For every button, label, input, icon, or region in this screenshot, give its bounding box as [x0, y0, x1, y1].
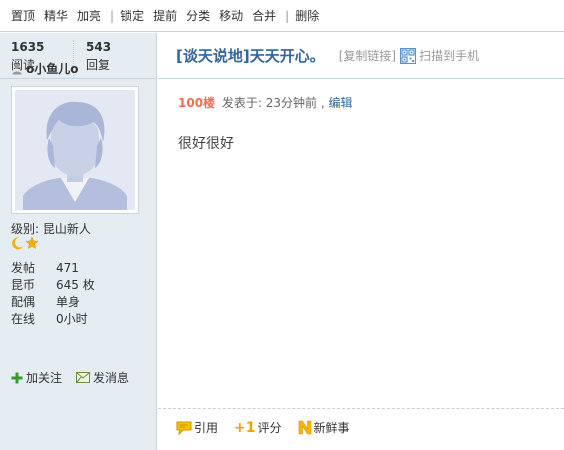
- online-row: 在线 0小时: [11, 311, 151, 328]
- follow-button[interactable]: 加关注: [11, 369, 62, 386]
- post-time: 发表于: 23分钟前 ,: [221, 96, 325, 110]
- spouse-row: 配偶 单身: [11, 294, 151, 311]
- quote-icon: [176, 421, 192, 435]
- posts-key: 发帖: [11, 261, 36, 275]
- merge-button[interactable]: 合并: [252, 7, 276, 24]
- message-label: 发消息: [93, 371, 130, 385]
- replies-label: 回复: [86, 58, 111, 72]
- coins-value: 645 枚: [56, 278, 95, 292]
- floor-number[interactable]: 100楼: [178, 96, 215, 110]
- rate-button[interactable]: +1 评分: [234, 419, 282, 436]
- add-icon: [11, 372, 23, 383]
- views-count: 1635: [11, 40, 45, 54]
- message-button[interactable]: 发消息: [76, 369, 129, 386]
- spouse-value: 单身: [56, 295, 81, 309]
- news-icon: [298, 420, 311, 435]
- author-level: 级别: 昆山新人: [11, 220, 91, 237]
- news-button[interactable]: 新鲜事: [298, 419, 350, 436]
- posts-value[interactable]: 471: [56, 260, 79, 277]
- delete-button[interactable]: 删除: [295, 7, 319, 24]
- post-footer-divider: [158, 408, 564, 409]
- envelope-icon: [76, 372, 91, 383]
- default-avatar-image: [15, 90, 135, 210]
- coins-key: 昆币: [11, 278, 36, 292]
- move-button[interactable]: 移动: [219, 7, 243, 24]
- online-value: 0小时: [56, 312, 88, 326]
- plus-one-icon: +1: [234, 419, 256, 436]
- level-value[interactable]: 昆山新人: [43, 222, 91, 236]
- quote-button[interactable]: 引用: [176, 419, 218, 436]
- qr-code-icon: [400, 47, 417, 64]
- level-medals: [11, 236, 39, 253]
- author-info: 发帖 471 昆币 645 枚 配偶 单身 在线 0小时: [11, 260, 151, 328]
- author-actions: 加关注 发消息: [11, 369, 143, 386]
- author-name-row: o小鱼儿o: [11, 60, 79, 77]
- moon-icon: [11, 236, 25, 253]
- replies-count: 543: [86, 40, 112, 54]
- spouse-key: 配偶: [11, 295, 36, 309]
- follow-label: 加关注: [26, 371, 63, 385]
- scan-to-phone-label: 扫描到手机: [419, 49, 480, 63]
- post-actions: 引用 +1 评分 新鲜事: [176, 419, 366, 436]
- coins-row: 昆币 645 枚: [11, 277, 151, 294]
- replies-stat: 543 回复: [73, 40, 156, 78]
- star-icon: [25, 236, 39, 253]
- level-key: 级别:: [11, 222, 40, 236]
- rate-label: 评分: [257, 421, 282, 435]
- thread-header: [谈天说地]天天开心。 [复制链接] 扫描到手机: [158, 33, 564, 79]
- highlight-button[interactable]: 加亮: [77, 7, 101, 24]
- post-meta: 100楼 发表于: 23分钟前 , 编辑: [178, 94, 353, 111]
- pin-button[interactable]: 置顶: [11, 7, 35, 24]
- author-name[interactable]: o小鱼儿o: [26, 60, 79, 77]
- avatar[interactable]: [11, 86, 139, 214]
- online-key: 在线: [11, 312, 36, 326]
- user-icon: [11, 63, 23, 75]
- quote-label: 引用: [194, 421, 219, 435]
- thread-title: [谈天说地]天天开心。: [176, 47, 325, 65]
- posts-row: 发帖 471: [11, 260, 151, 277]
- moderation-toolbar: 置顶 精华 加亮 | 锁定 提前 分类 移动 合并 | 删除: [0, 0, 564, 32]
- copy-link-button[interactable]: [复制链接]: [339, 47, 396, 64]
- toolbar-divider: |: [110, 8, 115, 23]
- toolbar-divider: |: [285, 8, 290, 23]
- digest-button[interactable]: 精华: [44, 7, 68, 24]
- category-button[interactable]: 分类: [186, 7, 210, 24]
- scan-to-phone-button[interactable]: 扫描到手机: [400, 47, 479, 64]
- post-content: 很好很好: [178, 136, 234, 152]
- lock-button[interactable]: 锁定: [120, 7, 144, 24]
- bump-button[interactable]: 提前: [153, 7, 177, 24]
- news-label: 新鲜事: [313, 421, 350, 435]
- edit-link[interactable]: 编辑: [328, 96, 352, 110]
